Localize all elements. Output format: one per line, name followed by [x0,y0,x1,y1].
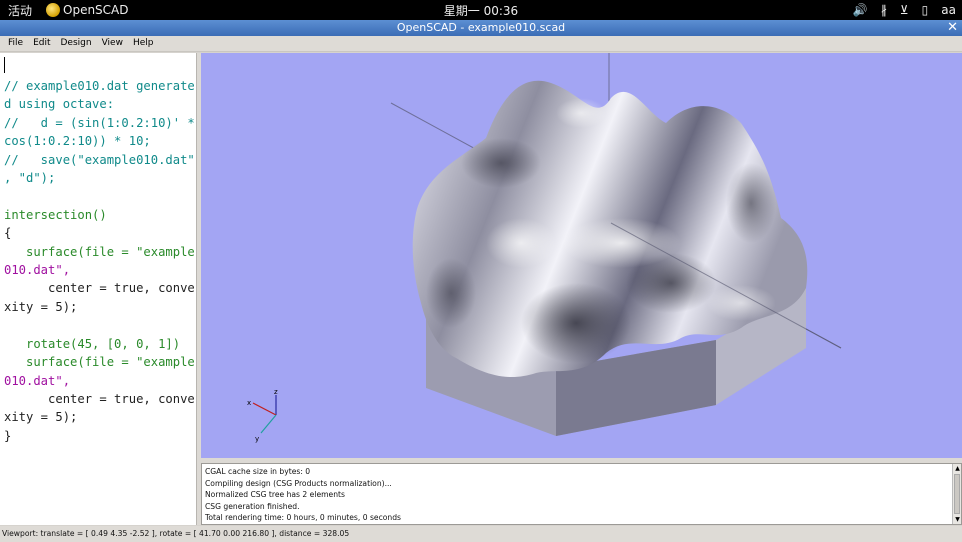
menu-view[interactable]: View [97,36,128,51]
console-line: Total rendering time: 0 hours, 0 minutes… [205,513,402,522]
code-line: 010.dat", [4,373,71,388]
code-line: { [4,226,12,241]
system-tray[interactable]: 🔊 ∦ ⊻ ▯ aa [853,1,956,19]
code-line: , "d"); [4,171,56,186]
code-line: 010.dat", [4,263,71,278]
surface-highlight [486,218,556,268]
menu-design[interactable]: Design [56,36,97,51]
code-line: // d = (sin(1:0.2:10)' * [4,115,195,130]
surface-shadow [461,138,541,188]
console-line: CSG generation finished. [205,501,300,511]
console-line: Normalized CSG tree has 2 elements [205,490,345,499]
code-line: rotate(45, [0, 0, 1]) [4,336,181,351]
surface-highlight [561,218,681,268]
text-cursor [4,57,5,73]
code-line: xity = 5); [4,299,78,314]
code-line: d using octave: [4,97,115,112]
3d-viewport[interactable]: z x y [201,53,962,458]
bluetooth-icon[interactable]: ∦ [881,3,887,17]
code-line: intersection() [4,207,107,222]
console-line: Compiling design (CSG Products normaliza… [205,478,392,488]
menu-edit[interactable]: Edit [28,36,55,51]
scroll-down-icon[interactable]: ▼ [953,515,962,524]
axes-indicator: z x y [247,388,278,443]
code-line: surface(file = "example [4,244,195,259]
surface-highlight [706,285,776,321]
status-bar: Viewport: translate = [ 0.49 4.35 -2.52 … [0,526,962,542]
clock[interactable]: 星期一 00:36 [0,2,962,19]
close-icon[interactable]: ✕ [947,20,958,36]
battery-icon[interactable]: ▯ [922,3,929,17]
scroll-up-icon[interactable]: ▲ [953,464,962,473]
code-line: xity = 5); [4,410,78,425]
code-line: surface(file = "example [4,355,195,370]
window-titlebar[interactable]: OpenSCAD - example010.scad ✕ [0,20,962,36]
code-line: } [4,428,12,443]
surface-shadow [726,163,776,243]
axis-label-y: y [255,435,259,443]
code-editor[interactable]: // example010.dat generate d using octave… [0,53,197,525]
top-bar: 活动 OpenSCAD 星期一 00:36 🔊 ∦ ⊻ ▯ aa [0,0,962,20]
network-icon[interactable]: ⊻ [900,3,909,17]
console-line: CGAL cache size in bytes: 0 [205,467,311,476]
menu-file[interactable]: File [3,36,28,51]
axis-label-x: x [247,399,251,407]
code-line: // example010.dat generate [4,79,195,93]
render-surface: z x y [247,53,842,443]
window-title: OpenSCAD - example010.scad [396,21,566,34]
surface-shadow [426,258,476,328]
user-menu[interactable]: aa [941,3,956,17]
code-line: center = true, conve [4,281,195,296]
scrollbar-thumb[interactable] [954,474,960,514]
code-line: cos(1:0.2:10)) * 10; [4,134,151,149]
code-line: // save("example010.dat" [4,152,195,167]
axis-label-z: z [274,388,278,396]
code-line: center = true, conve [4,391,195,406]
surface-shadow [521,283,631,363]
surface-highlight [556,98,606,128]
volume-icon[interactable]: 🔊 [853,3,868,17]
menu-bar: File Edit Design View Help [0,36,962,52]
console-scrollbar[interactable]: ▲ ▼ [952,464,961,524]
console-output[interactable]: CGAL cache size in bytes: 0 Compiling de… [201,463,962,525]
menu-help[interactable]: Help [128,36,159,51]
